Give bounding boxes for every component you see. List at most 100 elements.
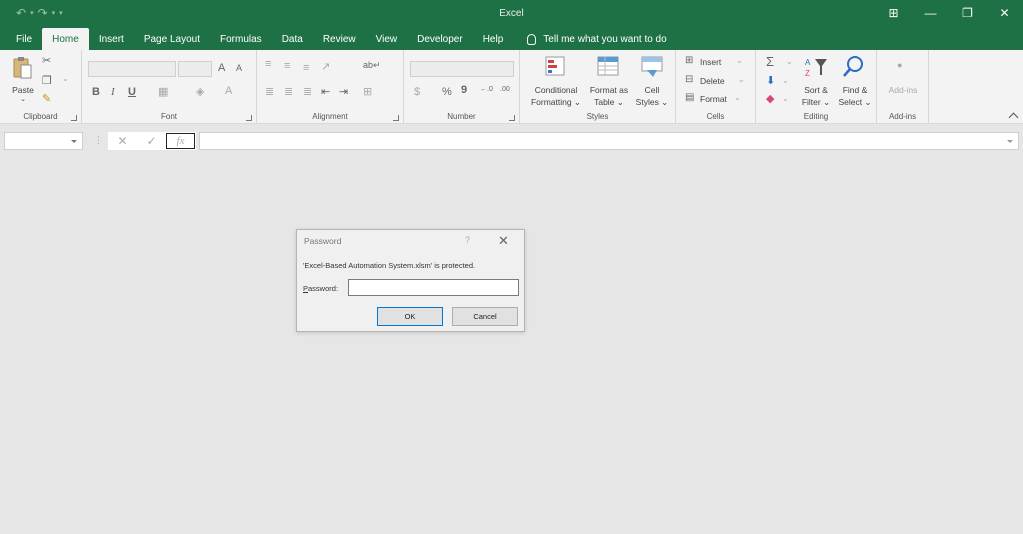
align-right-icon[interactable]: ≣ — [303, 85, 312, 98]
insert-function-icon[interactable]: fx — [166, 133, 195, 149]
autosum-dropdown-icon[interactable]: ⌄ — [786, 57, 793, 66]
increase-indent-icon[interactable]: ⇥ — [339, 85, 348, 98]
insert-dropdown-icon[interactable]: ⌄ — [736, 56, 743, 65]
sort-filter-icon[interactable]: AZ — [804, 56, 828, 81]
name-box[interactable] — [4, 132, 83, 150]
font-launcher-icon[interactable] — [246, 115, 252, 121]
insert-cells-label[interactable]: Insert — [700, 56, 721, 68]
fill-color-icon[interactable]: ◈ — [196, 85, 204, 98]
middle-align-icon[interactable]: ≡ — [284, 60, 290, 72]
tab-review[interactable]: Review — [313, 28, 366, 50]
ribbon-display-options-icon[interactable]: ⊞ — [875, 0, 912, 26]
align-left-icon[interactable]: ≣ — [265, 85, 274, 98]
dialog-close-icon[interactable]: ✕ — [498, 233, 509, 249]
tab-page-layout[interactable]: Page Layout — [134, 28, 210, 50]
tab-data[interactable]: Data — [272, 28, 313, 50]
cancel-entry-icon[interactable]: ✕ — [108, 134, 137, 148]
underline-icon[interactable]: U — [128, 86, 136, 98]
addins-icon[interactable]: ● — [897, 60, 902, 70]
format-painter-icon[interactable]: ✎ — [42, 92, 51, 105]
fill-dropdown-icon[interactable]: ⌄ — [782, 76, 789, 85]
cancel-button[interactable]: Cancel — [452, 307, 518, 326]
format-as-table-label-2[interactable]: Table ⌄ — [586, 96, 632, 108]
center-icon[interactable]: ≣ — [284, 85, 293, 98]
format-cells-label[interactable]: Format — [700, 93, 727, 105]
tell-me-box[interactable]: Tell me what you want to do — [527, 28, 667, 50]
close-icon[interactable]: ✕ — [986, 0, 1023, 26]
tab-file[interactable]: File — [6, 28, 42, 50]
sort-filter-label-2[interactable]: Filter ⌄ — [798, 96, 834, 108]
tab-home[interactable]: Home — [42, 28, 89, 50]
number-launcher-icon[interactable] — [509, 115, 515, 121]
svg-text:A: A — [805, 58, 811, 67]
wrap-text-icon[interactable]: ab↵ — [363, 60, 381, 71]
password-label: Password: — [303, 284, 338, 293]
cut-icon[interactable]: ✂ — [42, 54, 51, 67]
password-dialog: Password ? ✕ 'Excel-Based Automation Sys… — [296, 229, 525, 332]
enter-entry-icon[interactable]: ✓ — [137, 134, 166, 148]
title-bar: ↶ ▾ ↷ ▾ ▾ Excel ⊞ — ❐ ✕ — [0, 0, 1023, 28]
ok-button[interactable]: OK — [377, 307, 443, 326]
cell-styles-icon[interactable] — [641, 56, 663, 81]
merge-center-icon[interactable]: ⊞ — [363, 85, 372, 98]
restore-icon[interactable]: ❐ — [949, 0, 986, 26]
find-select-label-1: Find & — [842, 85, 868, 95]
formula-bar-grip-icon[interactable]: ⋮ — [94, 135, 103, 146]
font-name-box[interactable] — [88, 61, 176, 77]
delete-cells-icon[interactable]: ⊟ — [685, 74, 693, 85]
number-format-box[interactable] — [410, 61, 514, 77]
insert-cells-icon[interactable]: ⊞ — [685, 55, 693, 66]
increase-decimal-icon[interactable]: ←.0 — [480, 86, 493, 93]
delete-cells-label[interactable]: Delete — [700, 75, 725, 87]
top-align-icon[interactable]: ≡ — [265, 58, 271, 70]
addins-group: ● Add-ins Add-ins — [877, 50, 929, 124]
find-select-label-2[interactable]: Select ⌄ — [835, 96, 875, 108]
tab-help[interactable]: Help — [473, 28, 514, 50]
tab-insert[interactable]: Insert — [89, 28, 134, 50]
cells-group-label: Cells — [706, 112, 725, 121]
delete-dropdown-icon[interactable]: ⌄ — [738, 75, 745, 84]
orientation-icon[interactable]: ↗ — [321, 60, 330, 73]
addins-button-label[interactable]: Add-ins — [879, 84, 927, 96]
paste-dropdown-icon[interactable]: ⌄ — [6, 94, 40, 106]
italic-icon[interactable]: I — [111, 86, 115, 98]
conditional-formatting-icon[interactable] — [545, 56, 567, 81]
font-color-icon[interactable]: A — [225, 85, 232, 97]
clear-icon[interactable]: ◆ — [766, 92, 774, 105]
shrink-font-icon[interactable]: A — [236, 63, 242, 73]
copy-icon[interactable]: ❐ — [42, 74, 52, 87]
format-as-table-icon[interactable] — [597, 56, 621, 81]
fill-icon[interactable]: ⬇ — [766, 74, 775, 87]
paste-icon[interactable] — [12, 56, 32, 80]
font-size-box[interactable] — [178, 61, 212, 77]
autosum-icon[interactable]: Σ — [766, 54, 774, 69]
format-cells-icon[interactable]: ▤ — [685, 92, 694, 103]
alignment-launcher-icon[interactable] — [393, 115, 399, 121]
tab-formulas[interactable]: Formulas — [210, 28, 272, 50]
borders-icon[interactable]: ▦ — [158, 85, 168, 98]
comma-style-icon[interactable]: 9 — [461, 84, 467, 96]
bottom-align-icon[interactable]: ≡ — [303, 62, 309, 74]
password-input[interactable] — [348, 279, 519, 296]
decrease-indent-icon[interactable]: ⇤ — [321, 85, 330, 98]
collapse-ribbon-icon[interactable] — [1008, 112, 1019, 123]
styles-group-label: Styles — [586, 112, 609, 121]
cell-styles-label-2[interactable]: Styles ⌄ — [632, 96, 672, 108]
format-dropdown-icon[interactable]: ⌄ — [734, 93, 741, 102]
help-icon[interactable]: ? — [465, 235, 470, 245]
currency-icon[interactable]: $ — [414, 86, 420, 98]
tab-view[interactable]: View — [366, 28, 408, 50]
grow-font-icon[interactable]: A — [218, 62, 225, 74]
conditional-formatting-label-2[interactable]: Formatting ⌄ — [526, 96, 586, 108]
copy-dropdown-icon[interactable]: ⌄ — [62, 74, 69, 83]
percent-icon[interactable]: % — [442, 86, 452, 98]
minimize-icon[interactable]: — — [912, 0, 949, 26]
editing-group: Σ ⌄ ⬇ ⌄ ◆ ⌄ AZ Sort & Filter ⌄ Find & Se… — [756, 50, 877, 124]
tab-developer[interactable]: Developer — [407, 28, 473, 50]
find-select-icon[interactable] — [842, 55, 864, 82]
clear-dropdown-icon[interactable]: ⌄ — [782, 94, 789, 103]
formula-input[interactable] — [199, 132, 1019, 150]
bold-icon[interactable]: B — [92, 86, 100, 98]
clipboard-launcher-icon[interactable] — [71, 115, 77, 121]
decrease-decimal-icon[interactable]: .00 — [500, 86, 510, 93]
